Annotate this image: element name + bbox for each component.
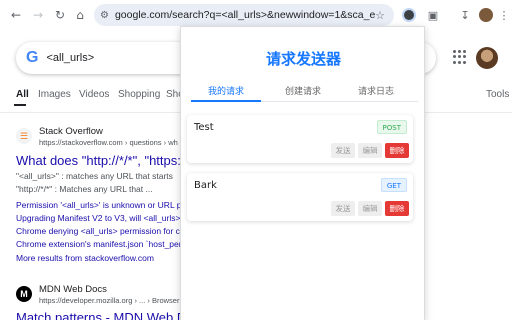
bookmark-star-icon[interactable]: ☆ (370, 5, 390, 25)
download-icon[interactable]: ↧ (455, 5, 475, 25)
sitelink[interactable]: Permission '<all_urls>' is unknown or UR… (16, 200, 181, 210)
search-result: ☰ Stack Overflow https://stackoverflow.c… (16, 124, 193, 264)
tab-request-log[interactable]: 请求日志 (336, 84, 416, 97)
tab-images[interactable]: Images (38, 89, 71, 100)
extensions-puzzle-icon[interactable]: ▣ (423, 5, 443, 25)
extension-popup: 请求发送器 我的请求 创建请求 请求日志 Test POST 发送 编辑 删除 … (180, 26, 425, 320)
search-query[interactable]: <all_urls> (46, 52, 94, 64)
result-snippet: "http://*/*" : Matches any URL that ... (16, 184, 153, 194)
active-tab-indicator (191, 100, 261, 102)
sitelink[interactable]: Chrome extension's manifest.json `host_p… (16, 239, 182, 249)
reload-icon[interactable]: ↻ (50, 5, 70, 25)
result-snippet: "<all_urls>" : matches any URL that star… (16, 171, 173, 181)
method-badge: POST (376, 120, 407, 134)
result-title[interactable]: Match patterns - MDN Web Do (16, 310, 193, 320)
account-avatar[interactable] (476, 47, 498, 69)
google-logo[interactable]: G (26, 49, 38, 67)
address-url: google.com/search?q=<all_urls>&newwindow… (114, 9, 375, 21)
tab-all[interactable]: All (16, 89, 29, 100)
edit-button[interactable]: 编辑 (358, 201, 382, 216)
request-card: Test POST 发送 编辑 删除 (187, 115, 413, 163)
back-icon[interactable]: ← (6, 5, 26, 25)
result-url[interactable]: https://developer.mozilla.org › ... › Br… (39, 296, 186, 305)
tab-videos[interactable]: Videos (79, 89, 109, 100)
result-site-name: Stack Overflow (39, 126, 103, 137)
result-title[interactable]: What does "http://*/*", "https://* (16, 153, 193, 168)
site-info-icon[interactable]: ⚙ (100, 10, 109, 21)
profile-avatar-icon[interactable] (476, 5, 496, 25)
delete-button[interactable]: 删除 (385, 201, 409, 216)
method-badge: GET (380, 178, 407, 192)
menu-kebab-icon[interactable]: ⋮ (494, 5, 512, 25)
search-result: M MDN Web Docs https://developer.mozilla… (16, 282, 193, 320)
tab-create-request[interactable]: 创建请求 (263, 84, 343, 97)
stackoverflow-icon: ☰ (16, 128, 32, 144)
delete-button[interactable]: 删除 (385, 143, 409, 158)
request-name: Bark (194, 180, 217, 191)
send-button[interactable]: 发送 (331, 201, 355, 216)
sitelink[interactable]: Chrome denying <all_urls> permission for… (16, 226, 180, 236)
result-url[interactable]: https://stackoverflow.com › questions › … (39, 138, 178, 147)
popup-title: 请求发送器 (265, 50, 341, 68)
sitelink[interactable]: Upgrading Manifest V2 to V3, will <all_u… (16, 213, 180, 223)
forward-icon[interactable]: → (28, 5, 48, 25)
active-tab-indicator (14, 104, 26, 106)
request-name: Test (194, 122, 214, 133)
request-card: Bark GET 发送 编辑 删除 (187, 173, 413, 221)
google-apps-icon[interactable] (453, 50, 467, 64)
tools-button[interactable]: Tools (486, 89, 509, 100)
edit-button[interactable]: 编辑 (358, 143, 382, 158)
tab-shopping[interactable]: Shopping (118, 89, 160, 100)
address-bar[interactable]: ⚙ google.com/search?q=<all_urls>&newwind… (94, 4, 394, 26)
home-icon[interactable]: ⌂ (70, 5, 90, 25)
extension-pinned-icon[interactable] (399, 5, 419, 25)
send-button[interactable]: 发送 (331, 143, 355, 158)
result-site-name: MDN Web Docs (39, 284, 107, 295)
tab-my-requests[interactable]: 我的请求 (186, 84, 266, 97)
mdn-icon: M (16, 286, 32, 302)
more-results-link[interactable]: More results from stackoverflow.com (16, 253, 154, 263)
